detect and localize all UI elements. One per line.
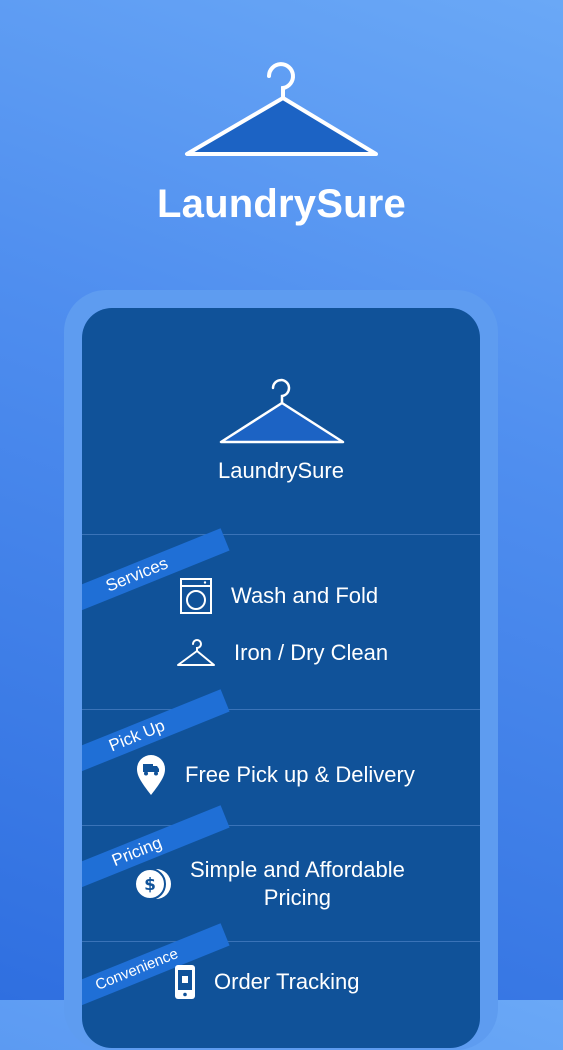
washing-machine-icon	[180, 578, 212, 614]
phone-tracking-icon	[175, 965, 195, 999]
pricing-simple[interactable]: $ Simple and Affordable Pricing	[134, 856, 405, 912]
app-logo-hanger-icon	[219, 378, 345, 444]
pickup-label: Free Pick up & Delivery	[185, 762, 415, 787]
delivery-pin-icon	[137, 755, 165, 795]
hanger-icon	[185, 62, 378, 156]
pricing-label: Simple and Affordable Pricing	[190, 857, 405, 910]
hero-title: LaundrySure	[157, 182, 406, 226]
app-screen: LaundrySure Services Wash and Fold Iron …	[82, 308, 480, 1048]
service-iron-dry-clean[interactable]: Iron / Dry Clean	[176, 638, 388, 668]
section-services: Services Wash and Fold Iron / Dry Clean	[82, 528, 480, 710]
service-label: Wash and Fold	[231, 583, 379, 608]
pickup-delivery[interactable]: Free Pick up & Delivery	[135, 754, 415, 796]
convenience-order-tracking[interactable]: Order Tracking	[174, 964, 360, 1000]
hanger-icon	[177, 639, 215, 666]
svg-text:$: $	[144, 875, 156, 895]
app-title: LaundrySure	[218, 458, 344, 483]
section-pricing: Pricing $ Simple and Affordable Pricing	[82, 805, 480, 942]
section-convenience: Convenience Order Tracking	[82, 923, 480, 1048]
dollar-coins-icon: $	[134, 868, 171, 900]
section-pickup: Pick Up Free Pick up & Delivery	[82, 689, 480, 826]
service-label: Iron / Dry Clean	[234, 640, 389, 665]
convenience-label: Order Tracking	[214, 969, 360, 994]
service-wash-fold[interactable]: Wash and Fold	[179, 577, 378, 615]
